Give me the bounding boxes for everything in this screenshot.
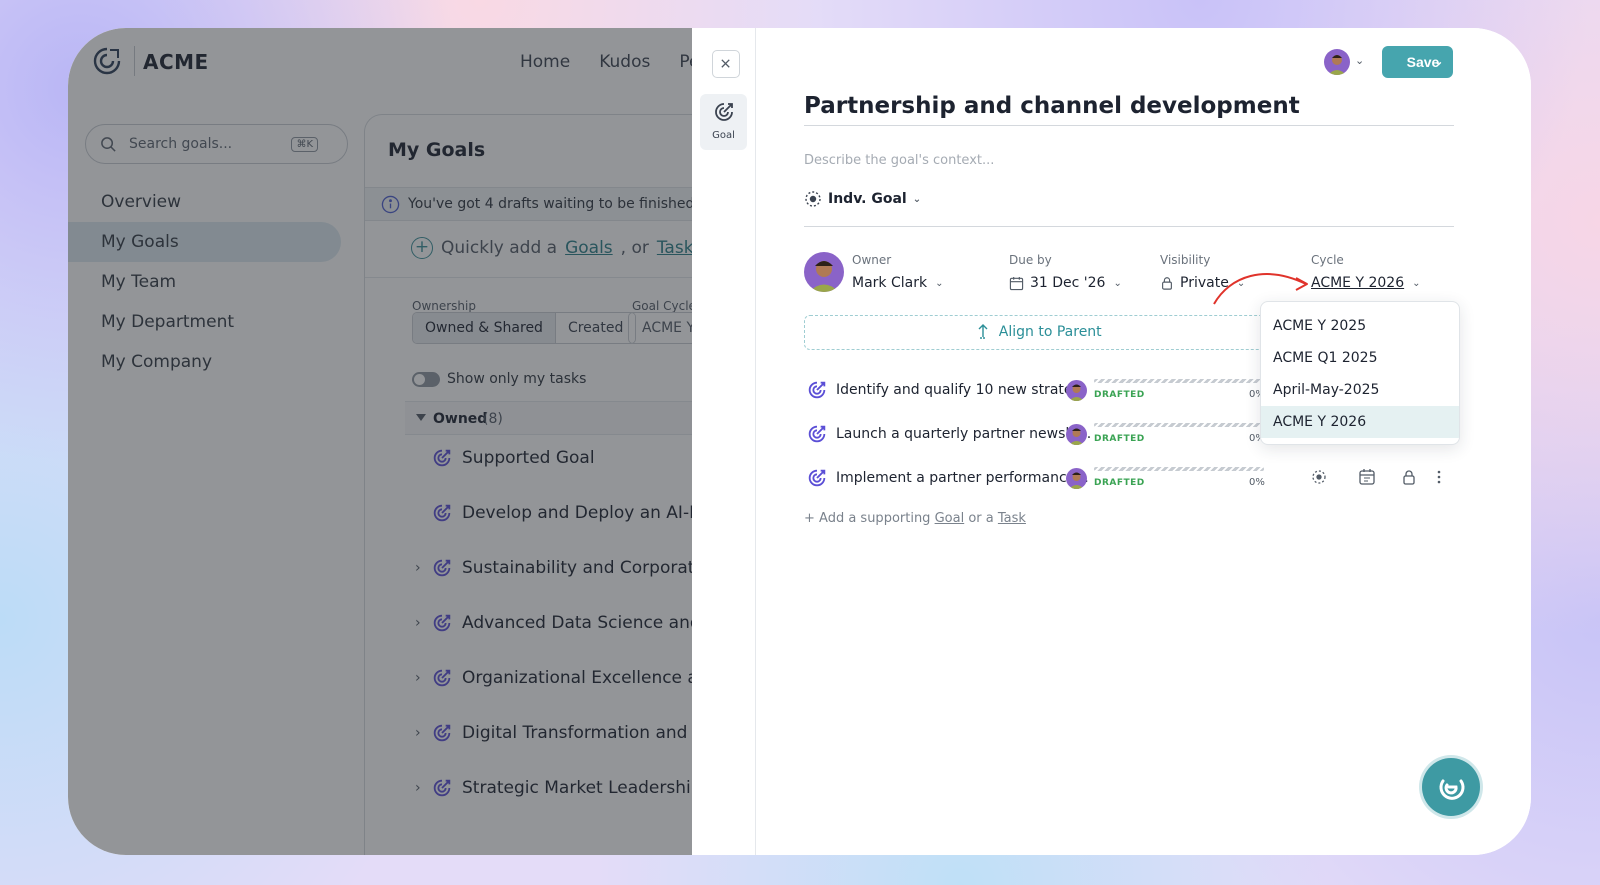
user-avatar-icon <box>804 252 844 292</box>
avatar <box>1066 424 1087 445</box>
goal-target-icon <box>808 469 826 487</box>
goal-type-icon[interactable] <box>1308 466 1330 488</box>
cycle-value: ACME Y 2026 <box>1311 275 1405 291</box>
supporting-goal-name: Implement a partner performance... <box>836 470 1089 486</box>
progress-percent: 0% <box>1249 477 1265 488</box>
chevron-down-icon: ⌄ <box>1113 277 1122 289</box>
cycle-option[interactable]: ACME Y 2025 <box>1261 310 1459 342</box>
progress-bar <box>1094 467 1264 471</box>
owner-avatar <box>804 252 844 292</box>
supporting-goal-row[interactable]: Implement a partner performance... DRAFT… <box>804 464 1464 494</box>
cycle-option-selected[interactable]: ACME Y 2026 <box>1261 406 1459 438</box>
user-avatar-icon <box>1066 424 1087 445</box>
goal-title-input[interactable]: Partnership and channel development <box>804 93 1454 126</box>
avatar[interactable] <box>1324 49 1350 75</box>
more-vertical-icon[interactable] <box>1428 466 1450 488</box>
visibility-label: Visibility <box>1160 253 1211 267</box>
status-badge: DRAFTED <box>1094 434 1145 444</box>
add-supporting-prefix: + Add a supporting <box>804 511 931 526</box>
cycle-select[interactable]: ACME Y 2026 ⌄ <box>1311 275 1421 291</box>
avatar <box>1066 380 1087 401</box>
supporting-goal-name: Identify and qualify 10 new strate... <box>836 382 1086 398</box>
chevron-down-icon: ⌄ <box>1412 277 1421 289</box>
calendar-icon <box>1009 276 1024 290</box>
divider <box>804 226 1454 227</box>
owner-select[interactable]: Mark Clark ⌄ <box>852 275 943 291</box>
cycle-option[interactable]: ACME Q1 2025 <box>1261 342 1459 374</box>
add-supporting-or: or a <box>968 511 994 526</box>
cycle-dropdown: ACME Y 2025 ACME Q1 2025 April-May-2025 … <box>1260 301 1460 445</box>
help-chat-button[interactable] <box>1422 758 1480 816</box>
align-to-parent-button[interactable]: Align to Parent <box>804 315 1274 350</box>
close-icon <box>721 59 730 68</box>
goal-type-select[interactable]: Indv. Goal ⌄ <box>804 190 921 208</box>
status-badge: DRAFTED <box>1094 390 1145 400</box>
goal-description-input[interactable]: Describe the goal's context... <box>804 153 994 168</box>
goals-app: ACME Home Kudos Pe Search goals... ⌘K Ov… <box>68 28 708 855</box>
app-frame: ACME Home Kudos Pe Search goals... ⌘K Ov… <box>68 28 1531 855</box>
progress-bar <box>1094 423 1264 427</box>
chat-swirl-icon <box>1439 779 1465 800</box>
add-supporting-task-link[interactable]: Task <box>998 511 1026 526</box>
align-up-icon <box>978 324 988 339</box>
row-actions <box>1308 466 1450 488</box>
goal-target-icon <box>715 103 733 121</box>
drawer-rail: Goal <box>692 28 756 855</box>
user-avatar-icon <box>1066 380 1087 401</box>
goal-type-label: Indv. Goal <box>828 191 907 207</box>
user-avatar-icon <box>1324 49 1350 75</box>
chevron-down-icon: ⌄ <box>912 193 922 205</box>
goal-target-icon <box>808 381 826 399</box>
due-date-picker[interactable]: 31 Dec '26 ⌄ <box>1009 275 1122 291</box>
close-button[interactable] <box>712 50 740 78</box>
goal-detail-panel: ⌄ Save ⌄ Partnership and channel develop… <box>756 28 1531 855</box>
tab-goal[interactable]: Goal <box>700 94 747 150</box>
avatar <box>1066 468 1087 489</box>
chevron-down-icon: ⌄ <box>935 277 944 289</box>
modal-overlay[interactable] <box>68 28 708 855</box>
chevron-down-icon[interactable]: ⌄ <box>1355 54 1364 67</box>
supporting-goal-name: Launch a quarterly partner newsle... <box>836 426 1092 442</box>
owner-label: Owner <box>852 253 892 267</box>
annotation-arrow-icon <box>1213 273 1308 305</box>
cycle-option[interactable]: April-May-2025 <box>1261 374 1459 406</box>
tab-goal-label: Goal <box>712 130 735 141</box>
calendar-icon[interactable] <box>1356 466 1378 488</box>
save-button[interactable]: Save ⌄ <box>1382 46 1453 78</box>
lock-icon[interactable] <box>1398 466 1420 488</box>
individual-goal-icon <box>805 191 821 207</box>
progress-bar <box>1094 379 1264 383</box>
add-supporting-goal-link[interactable]: Goal <box>935 511 965 526</box>
owner-value: Mark Clark <box>852 275 928 291</box>
status-badge: DRAFTED <box>1094 478 1145 488</box>
goal-target-icon <box>808 425 826 443</box>
due-date-value: 31 Dec '26 <box>1030 275 1106 291</box>
cycle-label: Cycle <box>1311 253 1344 267</box>
lock-icon <box>1162 277 1172 290</box>
user-avatar-icon <box>1066 468 1087 489</box>
due-by-label: Due by <box>1009 253 1052 267</box>
align-to-parent-label: Align to Parent <box>998 324 1102 340</box>
chevron-down-icon: ⌄ <box>1434 56 1444 68</box>
add-supporting: + Add a supporting Goal or a Task <box>804 511 1026 526</box>
